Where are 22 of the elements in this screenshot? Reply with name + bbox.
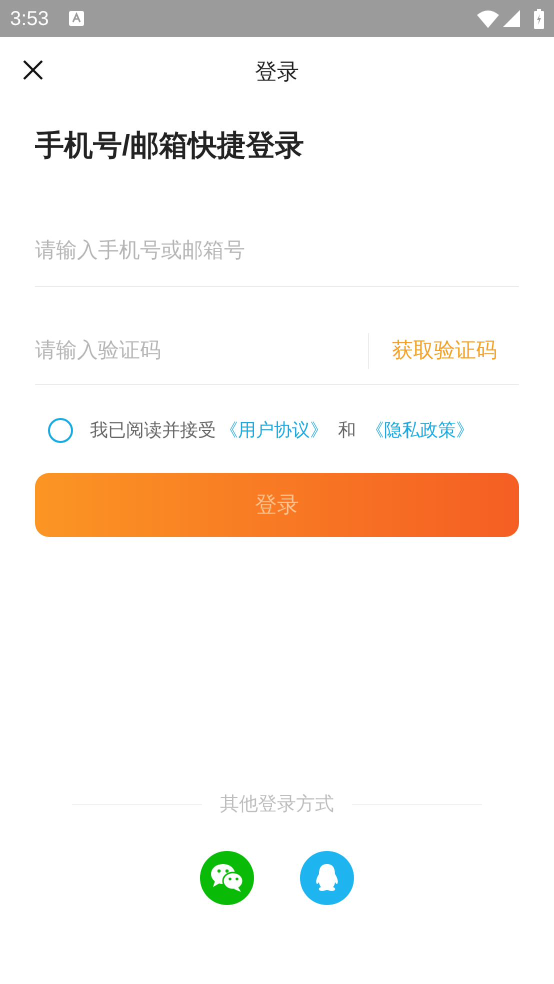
close-button[interactable] [22, 59, 44, 81]
page-heading: 手机号/邮箱快捷登录 [35, 129, 306, 164]
keyboard-a-icon [68, 11, 84, 26]
agreement-joiner: 和 [338, 419, 356, 442]
agree-checkbox[interactable] [48, 418, 73, 443]
wifi-icon [477, 10, 499, 28]
wechat-login-button[interactable] [200, 851, 254, 905]
signal-icon [503, 10, 520, 27]
chat-bubbles-icon [210, 863, 244, 893]
agreement-text: 我已阅读并接受 [90, 419, 216, 442]
privacy-policy-link[interactable]: 《隐私政策》 [366, 417, 474, 444]
battery-icon [534, 8, 544, 28]
get-code-button[interactable]: 获取验证码 [369, 335, 519, 367]
qq-login-button[interactable] [300, 851, 354, 905]
status-time: 3:53 [10, 6, 49, 32]
other-login-label: 其他登录方式 [220, 792, 334, 816]
phone-input-field[interactable]: 请输入手机号或邮箱号 [35, 220, 519, 286]
close-icon [22, 59, 44, 81]
user-agreement-link[interactable]: 《用户协议》 [220, 417, 328, 444]
code-input-field[interactable]: 请输入验证码 [35, 335, 368, 367]
header-title: 登录 [255, 58, 299, 86]
penguin-icon [315, 863, 339, 893]
